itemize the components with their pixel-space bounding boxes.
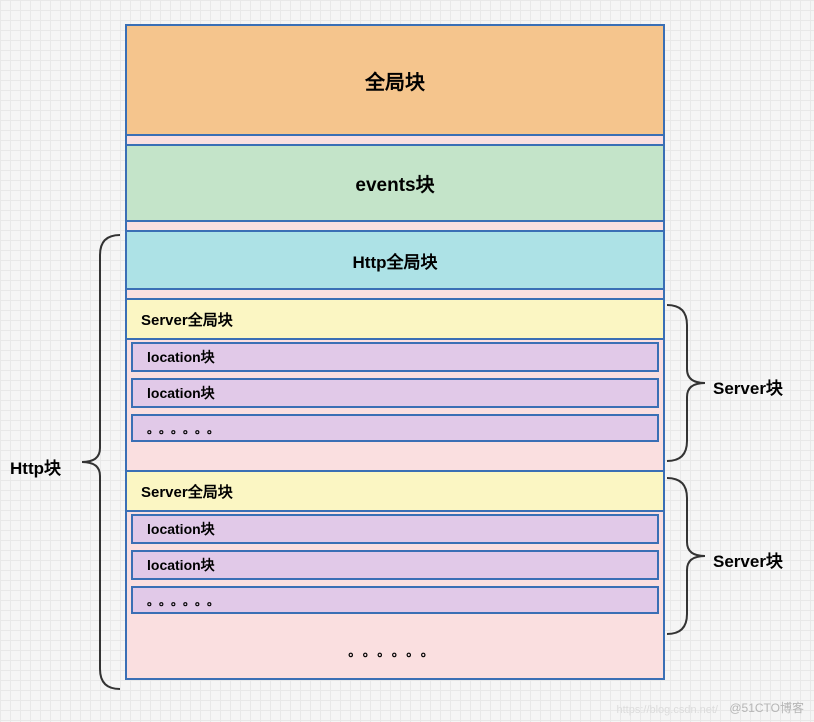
- location-block-label: location块: [147, 383, 215, 403]
- location-block-label: location块: [147, 519, 215, 539]
- http-global-block: Http全局块: [125, 230, 665, 290]
- events-block-label: events块: [355, 170, 434, 197]
- server-brace-label-2: Server块: [713, 547, 783, 572]
- watermark-csdn: https://blog.csdn.net/: [616, 704, 718, 716]
- http-brace: [70, 233, 125, 691]
- dots-block-2: 。。。。。。: [131, 586, 659, 614]
- diagram-container: 全局块 events块 Http全局块 Server全局块 location块 …: [125, 24, 665, 680]
- dots-label: 。。。。。。: [147, 592, 225, 609]
- events-block: events块: [125, 144, 665, 222]
- server-global-block-1: Server全局块: [125, 298, 665, 340]
- dots-block-1: 。。。。。。: [131, 414, 659, 442]
- location-block-2: location块: [131, 378, 659, 408]
- bottom-dots-label: 。。。。。。: [348, 641, 442, 660]
- server-global-block-label: Server全局块: [141, 309, 233, 330]
- global-block: 全局块: [125, 24, 665, 136]
- server-brace-label-1: Server块: [713, 374, 783, 399]
- watermark-51cto: @51CTO博客: [729, 699, 804, 716]
- global-block-label: 全局块: [365, 66, 425, 95]
- http-brace-label: Http块: [10, 454, 61, 479]
- bottom-dots: 。。。。。。: [127, 622, 663, 678]
- location-block-label: location块: [147, 347, 215, 367]
- server-global-block-2: Server全局块: [125, 470, 665, 512]
- server-brace-2: [665, 476, 715, 636]
- location-block-3: location块: [131, 514, 659, 544]
- location-block-label: location块: [147, 555, 215, 575]
- location-block-1: location块: [131, 342, 659, 372]
- location-block-4: location块: [131, 550, 659, 580]
- dots-label: 。。。。。。: [147, 420, 225, 437]
- http-global-block-label: Http全局块: [353, 248, 438, 273]
- server-brace-1: [665, 303, 715, 463]
- server-global-block-label: Server全局块: [141, 481, 233, 502]
